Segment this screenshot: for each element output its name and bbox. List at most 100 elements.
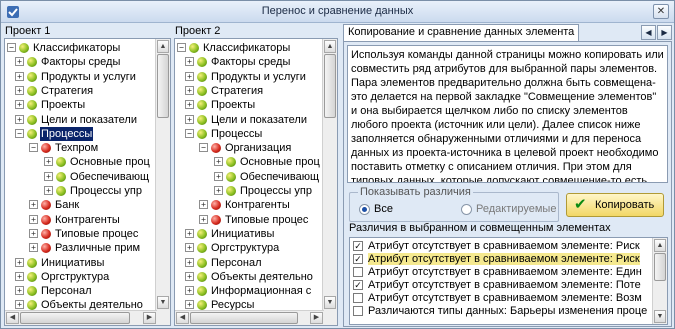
expand-icon[interactable]: + xyxy=(185,114,194,124)
tree-node-label[interactable]: Основные проц xyxy=(239,155,321,169)
tree-node-label[interactable]: Цели и показатели xyxy=(40,113,138,127)
tree-node-label[interactable]: Продукты и услуги xyxy=(210,70,307,84)
tree-node-label[interactable]: Контрагенты xyxy=(54,213,121,227)
expand-icon[interactable]: + xyxy=(15,57,24,67)
scroll-right-icon[interactable]: ▶ xyxy=(310,312,323,324)
expand-icon[interactable]: + xyxy=(185,100,194,110)
project2-tree[interactable]: + Ресурсы + Информационная с + Объекты деятел… xyxy=(174,38,338,326)
tree-node-label[interactable]: Основные проц xyxy=(69,155,151,169)
expand-icon[interactable]: + xyxy=(15,71,24,81)
tree-node-label[interactable]: Обеспечивающ xyxy=(239,170,320,184)
tree-node-label[interactable]: Продукты и услуги xyxy=(40,70,137,84)
expand-icon[interactable]: + xyxy=(15,257,24,267)
tree-node-label[interactable]: Объекты деятельно xyxy=(210,270,314,284)
scroll-up-icon[interactable]: ▲ xyxy=(324,40,336,53)
expand-icon[interactable]: + xyxy=(214,186,223,195)
tab-next-icon[interactable]: ▶ xyxy=(657,25,672,40)
tree-node-label[interactable]: Персонал xyxy=(40,284,93,298)
scroll-down-icon[interactable]: ▼ xyxy=(654,310,666,323)
project2-vertical-scrollbar[interactable]: ▲ ▼ xyxy=(322,39,337,325)
scroll-down-icon[interactable]: ▼ xyxy=(324,296,336,309)
collapse-icon[interactable]: − xyxy=(199,143,208,153)
expand-icon[interactable]: + xyxy=(185,57,194,67)
expand-icon[interactable]: + xyxy=(44,157,53,167)
collapse-icon[interactable]: − xyxy=(7,43,16,52)
expand-icon[interactable]: + xyxy=(29,243,38,253)
tree-node-label[interactable]: Персонал xyxy=(210,256,263,270)
tab-copy-compare[interactable]: Копирование и сравнение данных элемента xyxy=(343,24,579,41)
tree-node-label[interactable]: Классификаторы xyxy=(32,41,121,55)
expand-icon[interactable]: + xyxy=(185,257,194,267)
scroll-down-icon[interactable]: ▼ xyxy=(157,296,169,309)
tree-node-label[interactable]: Проекты xyxy=(210,98,256,112)
scroll-up-icon[interactable]: ▲ xyxy=(157,40,169,53)
radio-all[interactable] xyxy=(359,204,370,215)
diff-item[interactable]: Атрибут отсутствует в сравниваемом элеме… xyxy=(350,266,653,278)
project2-horizontal-scrollbar[interactable]: ◀ ▶ xyxy=(175,310,324,325)
project1-vertical-scrollbar[interactable]: ▲ ▼ xyxy=(155,39,170,325)
expand-icon[interactable]: + xyxy=(185,300,194,310)
diff-checkbox[interactable]: ✓ xyxy=(353,241,363,251)
diff-checkbox[interactable]: ✓ xyxy=(353,280,363,290)
tree-node-label[interactable]: Стратегия xyxy=(210,84,264,98)
tree-node-label[interactable]: Типовые процес xyxy=(54,227,139,241)
collapse-icon[interactable]: − xyxy=(29,143,38,153)
tree-node-label[interactable]: Техпром xyxy=(54,141,99,155)
tree-node-label[interactable]: Типовые процес xyxy=(224,213,309,227)
diff-checkbox[interactable] xyxy=(353,267,363,277)
expand-icon[interactable]: + xyxy=(29,214,38,224)
tree-node-label[interactable]: Процессы xyxy=(210,127,263,141)
scroll-left-icon[interactable]: ◀ xyxy=(6,312,19,324)
radio-editable[interactable] xyxy=(461,204,472,215)
tree-node-label[interactable]: Оргструктура xyxy=(40,270,110,284)
scroll-thumb[interactable] xyxy=(654,253,666,281)
close-button[interactable]: ✕ xyxy=(653,4,669,19)
diff-checkbox[interactable] xyxy=(353,293,363,303)
tree-node-label[interactable]: Проекты xyxy=(40,98,86,112)
expand-icon[interactable]: + xyxy=(199,200,208,210)
expand-icon[interactable]: + xyxy=(185,228,194,238)
copy-button[interactable]: ✔ Копировать xyxy=(566,193,664,217)
expand-icon[interactable]: + xyxy=(15,85,24,95)
tree-node-label[interactable]: Классификаторы xyxy=(202,41,291,55)
expand-icon[interactable]: + xyxy=(185,85,194,95)
tree-node-label[interactable]: Обеспечивающ xyxy=(69,170,150,184)
tree-node-label[interactable]: Банк xyxy=(54,198,80,212)
scroll-thumb[interactable] xyxy=(324,54,336,118)
tab-prev-icon[interactable]: ◀ xyxy=(641,25,656,40)
tree-node-label[interactable]: Контрагенты xyxy=(224,198,291,212)
scroll-thumb-horizontal[interactable] xyxy=(190,312,298,324)
project1-horizontal-scrollbar[interactable]: ◀ ▶ xyxy=(5,310,157,325)
expand-icon[interactable]: + xyxy=(185,243,194,253)
scroll-up-icon[interactable]: ▲ xyxy=(654,239,666,252)
radio-editable-label[interactable]: Редактируемые xyxy=(476,203,556,215)
scroll-right-icon[interactable]: ▶ xyxy=(143,312,156,324)
scroll-left-icon[interactable]: ◀ xyxy=(176,312,189,324)
tree-node-label[interactable]: Процессы упр xyxy=(239,184,313,198)
radio-all-label[interactable]: Все xyxy=(374,203,393,215)
expand-icon[interactable]: + xyxy=(29,200,38,210)
diff-checkbox[interactable] xyxy=(353,306,363,316)
tree-node-label[interactable]: Факторы среды xyxy=(40,55,121,69)
scroll-thumb[interactable] xyxy=(157,54,169,118)
collapse-icon[interactable]: − xyxy=(15,128,24,138)
expand-icon[interactable]: + xyxy=(214,171,223,181)
scroll-thumb-horizontal[interactable] xyxy=(20,312,130,324)
tree-node-label[interactable]: Информационная с xyxy=(210,284,312,298)
tree-node-label[interactable]: Инициативы xyxy=(40,256,105,270)
tree-node-label[interactable]: Инициативы xyxy=(210,227,275,241)
diff-item[interactable]: ✓ Атрибут отсутствует в сравниваемом элем… xyxy=(350,253,653,265)
collapse-icon[interactable]: − xyxy=(185,128,194,138)
diff-item[interactable]: ✓ Атрибут отсутствует в сравниваемом элем… xyxy=(350,279,653,291)
tree-node-label[interactable]: Стратегия xyxy=(40,84,94,98)
diff-item[interactable]: ✓ Атрибут отсутствует в сравниваемом элем… xyxy=(350,240,653,252)
project1-tree[interactable]: + Объекты деятельно + Персонал + Оргструктура… xyxy=(4,38,171,326)
expand-icon[interactable]: + xyxy=(44,186,53,195)
collapse-icon[interactable]: − xyxy=(177,43,186,52)
tree-node-label[interactable]: Процессы упр xyxy=(69,184,143,198)
tree-node-label[interactable]: Процессы xyxy=(40,126,94,141)
diffs-list[interactable]: Различаются типы данных: Барьеры изменен… xyxy=(349,237,668,325)
diff-item[interactable]: Различаются типы данных: Барьеры изменен… xyxy=(350,305,653,317)
diffs-vertical-scrollbar[interactable]: ▲ ▼ xyxy=(652,238,667,324)
diff-checkbox[interactable]: ✓ xyxy=(353,254,363,264)
